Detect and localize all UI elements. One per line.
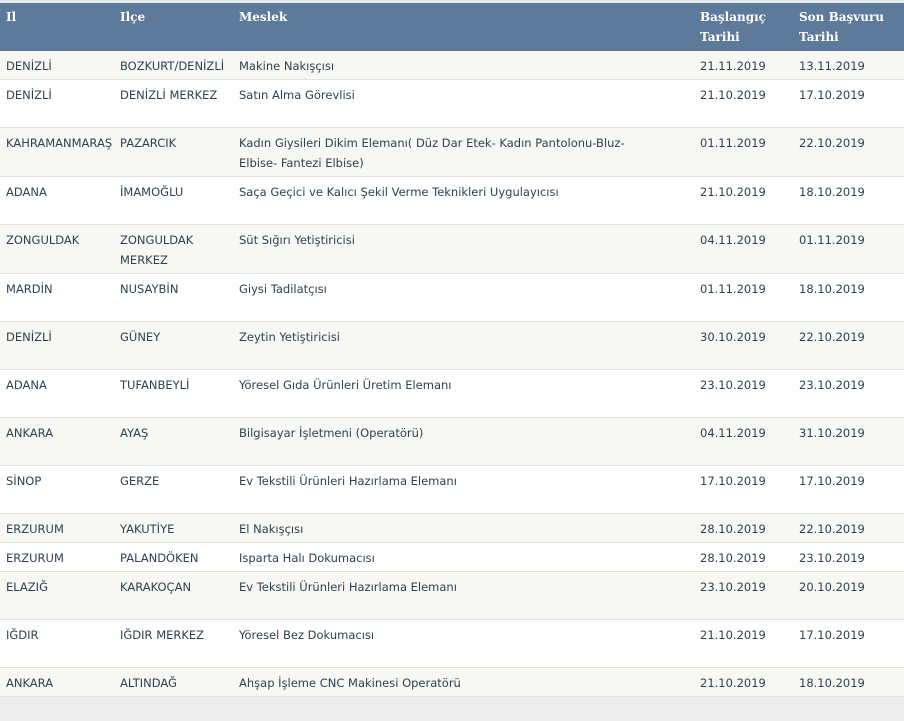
cell-il: DENİZLİ [0, 321, 114, 370]
cell-baslangic: 17.10.2019 [694, 465, 793, 514]
cell-baslangic: 21.10.2019 [694, 619, 793, 668]
cell-ilce: NUSAYBİN [114, 273, 233, 322]
cell-meslek: El Nakışçısı [233, 513, 694, 543]
cell-son-basvuru: 17.10.2019 [793, 465, 904, 514]
table-row: ADANA TUFANBEYLİ Yöresel Gıda Ürünleri Ü… [0, 369, 904, 418]
cell-meslek: Satın Alma Görevlisi [233, 79, 694, 128]
header-il: Il [6, 10, 17, 24]
cell-son-basvuru: 23.10.2019 [793, 542, 904, 572]
table-row: KAHRAMANMARAŞ PAZARCIK Kadın Giysileri D… [0, 127, 904, 177]
cell-ilce: İMAMOĞLU [114, 176, 233, 225]
cell-il: ANKARA [0, 667, 114, 697]
cell-il: MARDİN [0, 273, 114, 322]
cell-meslek: Ev Tekstili Ürünleri Hazırlama Elemanı [233, 465, 694, 514]
cell-meslek: Ev Tekstili Ürünleri Hazırlama Elemanı [233, 571, 694, 620]
cell-ilce: PAZARCIK [114, 127, 233, 177]
cell-baslangic: 28.10.2019 [694, 513, 793, 543]
table-row: ANKARA ALTINDAĞ Ahşap İşleme CNC Makines… [0, 667, 904, 697]
course-listing-table: Il Ilçe Meslek Başlangıç Tarihi Son Başv… [0, 3, 904, 697]
cell-baslangic: 30.10.2019 [694, 321, 793, 370]
cell-ilce: BOZKURT/DENİZLİ [114, 51, 233, 80]
cell-meslek: Saça Geçici ve Kalıcı Şekil Verme Teknik… [233, 176, 694, 225]
cell-son-basvuru: 18.10.2019 [793, 176, 904, 225]
cell-son-basvuru: 23.10.2019 [793, 369, 904, 418]
table-row: IĞDIR IĞDIR MERKEZ Yöresel Bez Dokumacıs… [0, 619, 904, 668]
course-listing-table-container: Il Ilçe Meslek Başlangıç Tarihi Son Başv… [0, 0, 904, 697]
cell-baslangic: 01.11.2019 [694, 273, 793, 322]
cell-il: ERZURUM [0, 542, 114, 572]
table-row: DENİZLİ BOZKURT/DENİZLİ Makine Nakışçısı… [0, 51, 904, 80]
table-row: DENİZLİ DENİZLİ MERKEZ Satın Alma Görevl… [0, 79, 904, 128]
cell-son-basvuru: 22.10.2019 [793, 321, 904, 370]
table-header-row: Il Ilçe Meslek Başlangıç Tarihi Son Başv… [0, 3, 904, 51]
table-row: ERZURUM YAKUTİYE El Nakışçısı 28.10.2019… [0, 513, 904, 543]
cell-ilce: AYAŞ [114, 417, 233, 466]
cell-meslek: Bilgisayar İşletmeni (Operatörü) [233, 417, 694, 466]
cell-il: ANKARA [0, 417, 114, 466]
cell-ilce: ZONGULDAK MERKEZ [114, 224, 233, 274]
cell-baslangic: 23.10.2019 [694, 571, 793, 620]
cell-baslangic: 04.11.2019 [694, 417, 793, 466]
table-row: SİNOP GERZE Ev Tekstili Ürünleri Hazırla… [0, 465, 904, 514]
cell-ilce: PALANDÖKEN [114, 542, 233, 572]
cell-baslangic: 21.11.2019 [694, 51, 793, 80]
table-row: ZONGULDAK ZONGULDAK MERKEZ Süt Sığırı Ye… [0, 224, 904, 274]
cell-baslangic: 04.11.2019 [694, 224, 793, 274]
cell-meslek: Zeytin Yetiştiricisi [233, 321, 694, 370]
cell-il: ZONGULDAK [0, 224, 114, 274]
cell-baslangic: 21.10.2019 [694, 176, 793, 225]
cell-il: KAHRAMANMARAŞ [0, 127, 114, 177]
cell-ilce: GÜNEY [114, 321, 233, 370]
table-row: ELAZIĞ KARAKOÇAN Ev Tekstili Ürünleri Ha… [0, 571, 904, 620]
cell-son-basvuru: 17.10.2019 [793, 79, 904, 128]
cell-il: ADANA [0, 176, 114, 225]
table-row: ANKARA AYAŞ Bilgisayar İşletmeni (Operat… [0, 417, 904, 466]
cell-ilce: IĞDIR MERKEZ [114, 619, 233, 668]
cell-ilce: ALTINDAĞ [114, 667, 233, 697]
cell-meslek: Ahşap İşleme CNC Makinesi Operatörü [233, 667, 694, 697]
cell-il: DENİZLİ [0, 79, 114, 128]
header-meslek: Meslek [239, 10, 288, 24]
cell-baslangic: 28.10.2019 [694, 542, 793, 572]
table-row: ERZURUM PALANDÖKEN Isparta Halı Dokumacı… [0, 542, 904, 572]
cell-il: ELAZIĞ [0, 571, 114, 620]
cell-son-basvuru: 13.11.2019 [793, 51, 904, 80]
cell-meslek: Yöresel Gıda Ürünleri Üretim Elemanı [233, 369, 694, 418]
table-row: DENİZLİ GÜNEY Zeytin Yetiştiricisi 30.10… [0, 321, 904, 370]
cell-il: SİNOP [0, 465, 114, 514]
cell-meslek: Makine Nakışçısı [233, 51, 694, 80]
cell-meslek: Kadın Giysileri Dikim Elemanı( Düz Dar E… [233, 127, 694, 177]
cell-il: ADANA [0, 369, 114, 418]
table-row: ADANA İMAMOĞLU Saça Geçici ve Kalıcı Şek… [0, 176, 904, 225]
cell-son-basvuru: 20.10.2019 [793, 571, 904, 620]
cell-son-basvuru: 22.10.2019 [793, 127, 904, 177]
cell-meslek: Isparta Halı Dokumacısı [233, 542, 694, 572]
cell-meslek: Yöresel Bez Dokumacısı [233, 619, 694, 668]
cell-ilce: TUFANBEYLİ [114, 369, 233, 418]
cell-meslek: Giysi Tadilatçısı [233, 273, 694, 322]
cell-baslangic: 23.10.2019 [694, 369, 793, 418]
header-ilce: Ilçe [120, 10, 146, 24]
header-son-basvuru: Son Başvuru Tarihi [799, 10, 884, 44]
cell-meslek: Süt Sığırı Yetiştiricisi [233, 224, 694, 274]
table-row: MARDİN NUSAYBİN Giysi Tadilatçısı 01.11.… [0, 273, 904, 322]
cell-ilce: DENİZLİ MERKEZ [114, 79, 233, 128]
cell-son-basvuru: 17.10.2019 [793, 619, 904, 668]
cell-son-basvuru: 22.10.2019 [793, 513, 904, 543]
cell-ilce: KARAKOÇAN [114, 571, 233, 620]
cell-baslangic: 21.10.2019 [694, 667, 793, 697]
cell-ilce: GERZE [114, 465, 233, 514]
cell-baslangic: 21.10.2019 [694, 79, 793, 128]
cell-il: IĞDIR [0, 619, 114, 668]
header-baslangic: Başlangıç Tarihi [700, 10, 766, 44]
cell-son-basvuru: 31.10.2019 [793, 417, 904, 466]
cell-son-basvuru: 18.10.2019 [793, 273, 904, 322]
cell-son-basvuru: 01.11.2019 [793, 224, 904, 274]
cell-baslangic: 01.11.2019 [694, 127, 793, 177]
cell-ilce: YAKUTİYE [114, 513, 233, 543]
cell-il: DENİZLİ [0, 51, 114, 80]
cell-il: ERZURUM [0, 513, 114, 543]
cell-son-basvuru: 18.10.2019 [793, 667, 904, 697]
